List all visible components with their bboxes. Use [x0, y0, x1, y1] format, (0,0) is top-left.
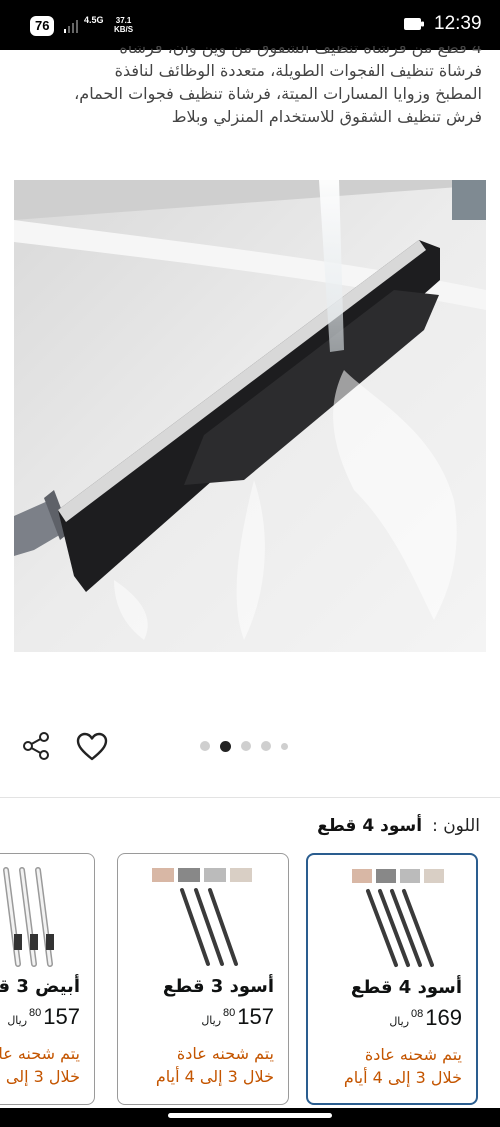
variant-name: أسود 4 قطع: [350, 977, 462, 998]
delivery-line: يتم شحنه عادة: [364, 1045, 462, 1064]
price-fraction: 08: [411, 1008, 424, 1020]
delivery-estimate: يتم شحنه عادة خلال 3 إلى 4 أيام: [344, 1043, 462, 1089]
color-selected-value: أسود 4 قطع: [317, 816, 423, 836]
variant-price: 157 80 ريال: [197, 1004, 274, 1030]
product-title: 4 قطع من فرشاة تنظيف الشقوق من وين وان، …: [18, 46, 482, 134]
pagination-dot[interactable]: [281, 742, 288, 750]
variant-thumbnail: [152, 868, 252, 966]
price-fraction: 80: [223, 1007, 236, 1019]
network-speed-value: 37.1: [115, 16, 132, 25]
battery-icon: [404, 18, 424, 30]
pagination-dot[interactable]: [200, 741, 210, 751]
variant-thumbnail: [3, 867, 54, 967]
network-speed-unit: KB/S: [114, 25, 134, 34]
network-type: 4.5G: [84, 15, 104, 25]
variant-card[interactable]: أبيض 3 قطع 157 80 ريال يتم شحنه عادة خلا…: [0, 853, 95, 1105]
status-bar: 76 4.5G 37.1 KB/S 12:39: [0, 0, 500, 50]
delivery-estimate: يتم شحنه عادة خلال 3 إلى 4 أيام: [0, 1042, 80, 1088]
variant-price: 169 08 ريال: [385, 1005, 462, 1031]
heart-icon[interactable]: [76, 732, 108, 762]
color-selector-row: اللون : أسود 4 قطع: [317, 816, 480, 836]
price-fraction: 80: [29, 1007, 42, 1019]
brush-photo: [14, 180, 486, 652]
currency: ريال: [389, 1015, 410, 1028]
pagination-dot-active[interactable]: [220, 740, 231, 752]
variant-card[interactable]: أسود 3 قطع 157 80 ريال يتم شحنه عادة خلا…: [117, 853, 289, 1105]
title-line: فرشاة تنظيف الفجوات الطويلة، متعددة الوظ…: [114, 61, 482, 80]
delivery-line: يتم شحنه عادة: [176, 1044, 274, 1063]
delivery-line: يتم شحنه عادة: [0, 1044, 80, 1063]
price-whole: 169: [425, 1005, 462, 1030]
delivery-line: خلال 3 إلى 4 أيام: [0, 1067, 80, 1086]
variant-card[interactable]: أسود 4 قطع 169 08 ريال يتم شحنه عادة خلا…: [306, 853, 478, 1105]
delivery-line: خلال 3 إلى 4 أيام: [155, 1067, 274, 1086]
product-image[interactable]: [14, 180, 486, 652]
variant-thumbnail: [352, 869, 444, 967]
pagination-dot[interactable]: [241, 741, 251, 751]
currency: ريال: [201, 1014, 222, 1027]
variant-name: أبيض 3 قطع: [0, 976, 80, 997]
delivery-estimate: يتم شحنه عادة خلال 3 إلى 4 أيام: [156, 1042, 274, 1088]
variant-name: أسود 3 قطع: [162, 976, 274, 997]
variant-price: 157 80 ريال: [3, 1004, 80, 1030]
price-whole: 157: [43, 1004, 80, 1029]
clock: 12:39: [434, 13, 482, 34]
delivery-line: خلال 3 إلى 4 أيام: [343, 1068, 462, 1087]
pagination-dot[interactable]: [261, 741, 271, 751]
home-indicator[interactable]: [168, 1113, 332, 1118]
title-line: المطبخ وزوايا المسارات الميتة، فرشاة تنظ…: [74, 84, 482, 103]
currency: ريال: [7, 1014, 28, 1027]
share-icon[interactable]: [20, 730, 52, 762]
notification-badge: 76: [30, 16, 55, 36]
color-label: اللون :: [432, 816, 480, 836]
price-whole: 157: [237, 1004, 274, 1029]
network-speed: 37.1 KB/S: [114, 16, 133, 34]
signal-icon: [64, 20, 78, 33]
title-line: فرش تنظيف الشقوق للاستخدام المنزلي وبلاط: [171, 107, 482, 126]
section-divider: [0, 797, 500, 798]
variant-carousel[interactable]: أسود 4 قطع 169 08 ريال يتم شحنه عادة خلا…: [0, 853, 500, 1108]
title-line: 4 قطع من فرشاة تنظيف الشقوق من وين وان، …: [119, 46, 482, 57]
image-pagination: [200, 740, 288, 752]
